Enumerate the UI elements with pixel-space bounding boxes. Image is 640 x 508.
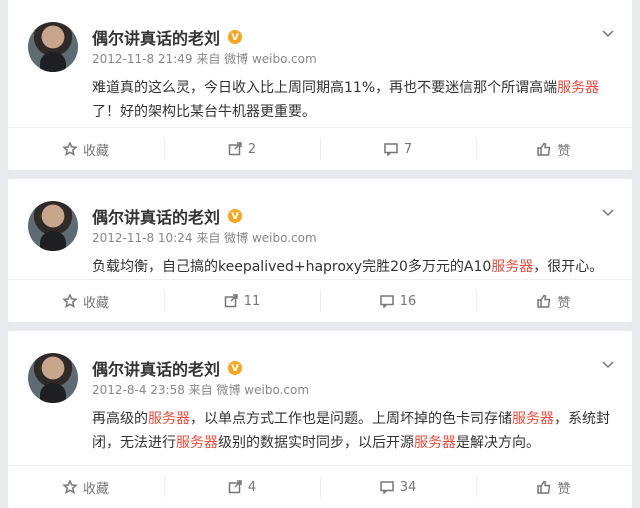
post-card: 偶尔讲真话的老刘 V 2012-11-8 21:49 来自 微博 weibo.c… xyxy=(8,0,632,170)
like-button[interactable]: 赞 xyxy=(476,280,632,322)
favorite-label: 收藏 xyxy=(82,481,109,497)
keyword-link[interactable]: 服务器 xyxy=(148,411,190,427)
favorite-label: 收藏 xyxy=(82,143,109,159)
author-name[interactable]: 偶尔讲真话的老刘 xyxy=(92,25,220,49)
comment-icon xyxy=(384,142,398,156)
action-bar: 收藏 4 34 赞 xyxy=(8,465,632,508)
content-text: 了！好的架构比某台牛机器更重要。 xyxy=(92,104,316,120)
post-meta: 2012-11-8 21:49 来自 微博 weibo.com xyxy=(92,52,317,66)
forward-count: 4 xyxy=(247,479,257,495)
comment-icon xyxy=(379,294,394,308)
content-text: 级别的数据实时同步，以后开源 xyxy=(218,435,414,451)
comment-count: 7 xyxy=(403,141,413,157)
forward-icon xyxy=(228,142,242,156)
comment-count: 16 xyxy=(399,293,417,309)
keyword-link[interactable]: 服务器 xyxy=(512,411,554,427)
content-text: 负载均衡，自己搞的keepalived+haproxy完胜20多万元的A10 xyxy=(92,259,492,275)
action-bar: 收藏 2 7 赞 xyxy=(8,127,632,170)
author-row: 偶尔讲真话的老刘 V xyxy=(92,356,243,380)
author-row: 偶尔讲真话的老刘 V xyxy=(92,204,243,228)
chevron-down-icon[interactable] xyxy=(602,24,614,38)
forward-button[interactable]: 2 xyxy=(164,128,320,170)
author-name[interactable]: 偶尔讲真话的老刘 xyxy=(92,356,220,380)
verified-icon: V xyxy=(228,209,243,223)
post-meta: 2012-11-8 10:24 来自 微博 weibo.com xyxy=(92,231,317,245)
like-button[interactable]: 赞 xyxy=(476,128,632,170)
forward-count: 2 xyxy=(247,141,257,157)
favorite-button[interactable]: 收藏 xyxy=(8,128,164,170)
verified-icon: V xyxy=(228,361,243,375)
author-row: 偶尔讲真话的老刘 V xyxy=(92,25,243,49)
like-button[interactable]: 赞 xyxy=(476,466,632,508)
favorite-button[interactable]: 收藏 xyxy=(8,280,164,322)
thumbs-up-icon xyxy=(537,142,551,156)
keyword-link[interactable]: 服务器 xyxy=(557,80,599,96)
favorite-button[interactable]: 收藏 xyxy=(8,466,164,508)
keyword-link[interactable]: 服务器 xyxy=(491,259,533,275)
post-content: 难道真的这么灵，今日收入比上周同期高11%，再也不要迷信那个所谓高端服务器了！好… xyxy=(92,76,612,124)
post-meta: 2012-8-4 23:58 来自 微博 weibo.com xyxy=(92,383,310,397)
comment-count: 34 xyxy=(399,479,417,495)
post-card: 偶尔讲真话的老刘 V 2012-8-4 23:58 来自 微博 weibo.co… xyxy=(8,331,632,508)
like-label: 赞 xyxy=(557,143,571,159)
comment-button[interactable]: 16 xyxy=(320,280,476,322)
forward-icon xyxy=(224,294,238,308)
post-content: 再高级的服务器，以单点方式工作也是问题。上周坏掉的色卡司存储服务器，系统封闭，无… xyxy=(92,407,612,455)
forward-count: 11 xyxy=(243,293,261,309)
keyword-link[interactable]: 服务器 xyxy=(414,435,456,451)
avatar[interactable] xyxy=(28,22,78,72)
keyword-link[interactable]: 服务器 xyxy=(176,435,218,451)
thumbs-up-icon xyxy=(537,294,551,308)
action-bar: 收藏 11 16 赞 xyxy=(8,279,632,322)
forward-button[interactable]: 11 xyxy=(164,280,320,322)
weibo-feed: 偶尔讲真话的老刘 V 2012-11-8 21:49 来自 微博 weibo.c… xyxy=(0,0,640,508)
thumbs-up-icon xyxy=(537,480,551,494)
content-text: ，以单点方式工作也是问题。上周坏掉的色卡司存储 xyxy=(190,411,512,427)
comment-button[interactable]: 7 xyxy=(320,128,476,170)
author-name[interactable]: 偶尔讲真话的老刘 xyxy=(92,204,220,228)
like-label: 赞 xyxy=(557,295,571,311)
verified-icon: V xyxy=(228,30,243,44)
comment-button[interactable]: 34 xyxy=(320,466,476,508)
forward-button[interactable]: 4 xyxy=(164,466,320,508)
post-content: 负载均衡，自己搞的keepalived+haproxy完胜20多万元的A10服务… xyxy=(92,255,612,279)
star-icon xyxy=(62,142,77,156)
star-icon xyxy=(62,480,77,494)
star-icon xyxy=(62,294,77,308)
content-text: ，很开心。 xyxy=(533,259,604,275)
content-text: 再高级的 xyxy=(92,411,148,427)
forward-icon xyxy=(228,480,242,494)
post-card: 偶尔讲真话的老刘 V 2012-11-8 10:24 来自 微博 weibo.c… xyxy=(8,179,632,322)
chevron-down-icon[interactable] xyxy=(602,203,614,217)
favorite-label: 收藏 xyxy=(82,295,109,311)
comment-icon xyxy=(379,480,394,494)
content-text: 难道真的这么灵，今日收入比上周同期高11%，再也不要迷信那个所谓高端 xyxy=(92,80,558,96)
avatar[interactable] xyxy=(28,201,78,251)
content-text: 是解决方向。 xyxy=(456,435,540,451)
avatar[interactable] xyxy=(28,353,78,403)
chevron-down-icon[interactable] xyxy=(602,355,614,369)
like-label: 赞 xyxy=(557,481,571,497)
